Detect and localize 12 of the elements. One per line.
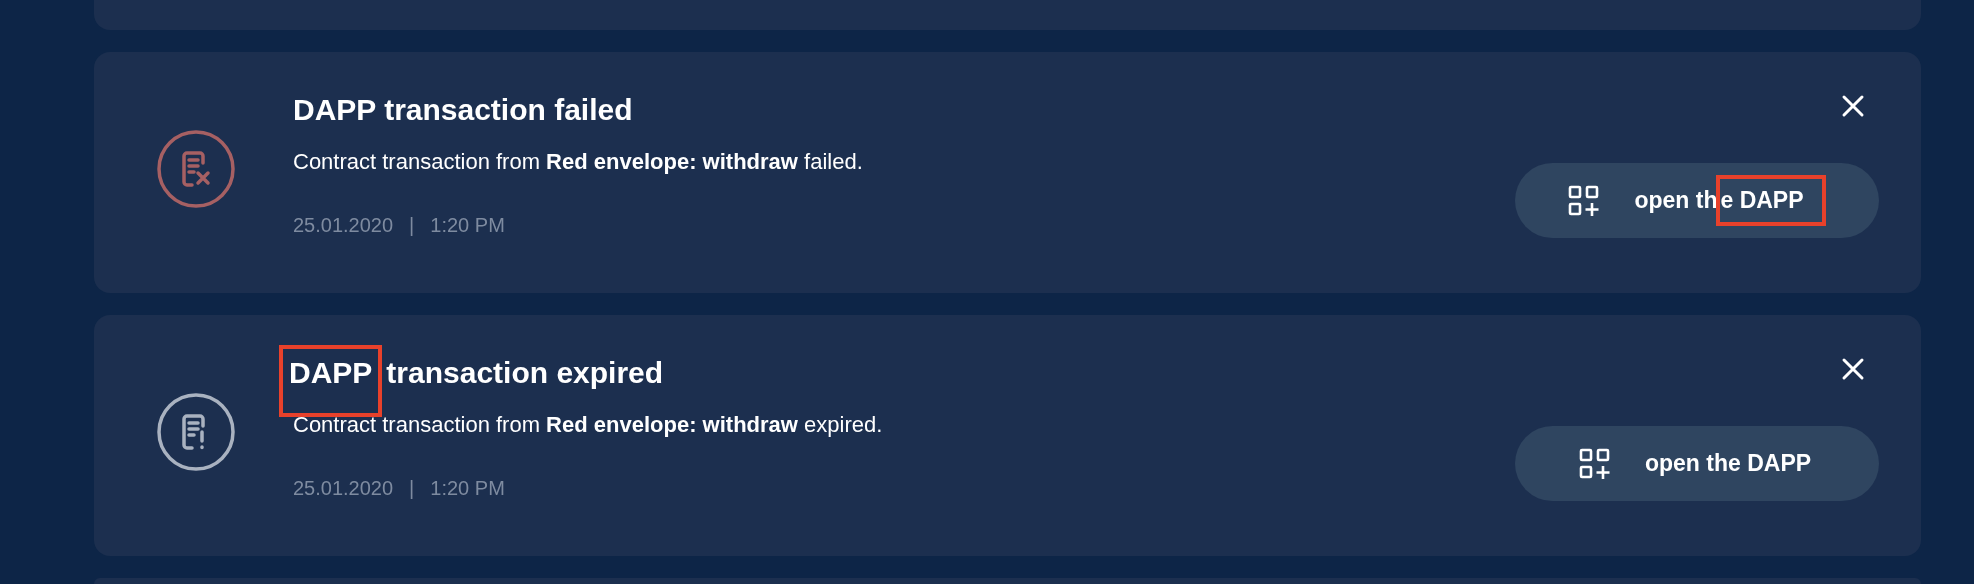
separator-text: | — [409, 477, 415, 500]
date-text: 25.01.2020 — [293, 214, 394, 237]
notification-title: transaction expired — [385, 355, 665, 391]
date-text: 25.01.2020 — [293, 477, 394, 500]
open-dapp-button[interactable]: open the DAPP — [1515, 426, 1879, 501]
notification-message: Contract transaction from Red envelope: withdraw failed. — [293, 148, 864, 176]
open-dapp-button[interactable]: open th e DAPP — [1515, 163, 1879, 238]
notification-title: DAPP transaction failed — [292, 92, 634, 128]
time-text: 1:20 PM — [430, 214, 505, 237]
time-text: 1:20 PM — [430, 477, 505, 500]
highlighted-title-text: DAPP — [279, 345, 383, 417]
separator-text: | — [409, 214, 415, 237]
